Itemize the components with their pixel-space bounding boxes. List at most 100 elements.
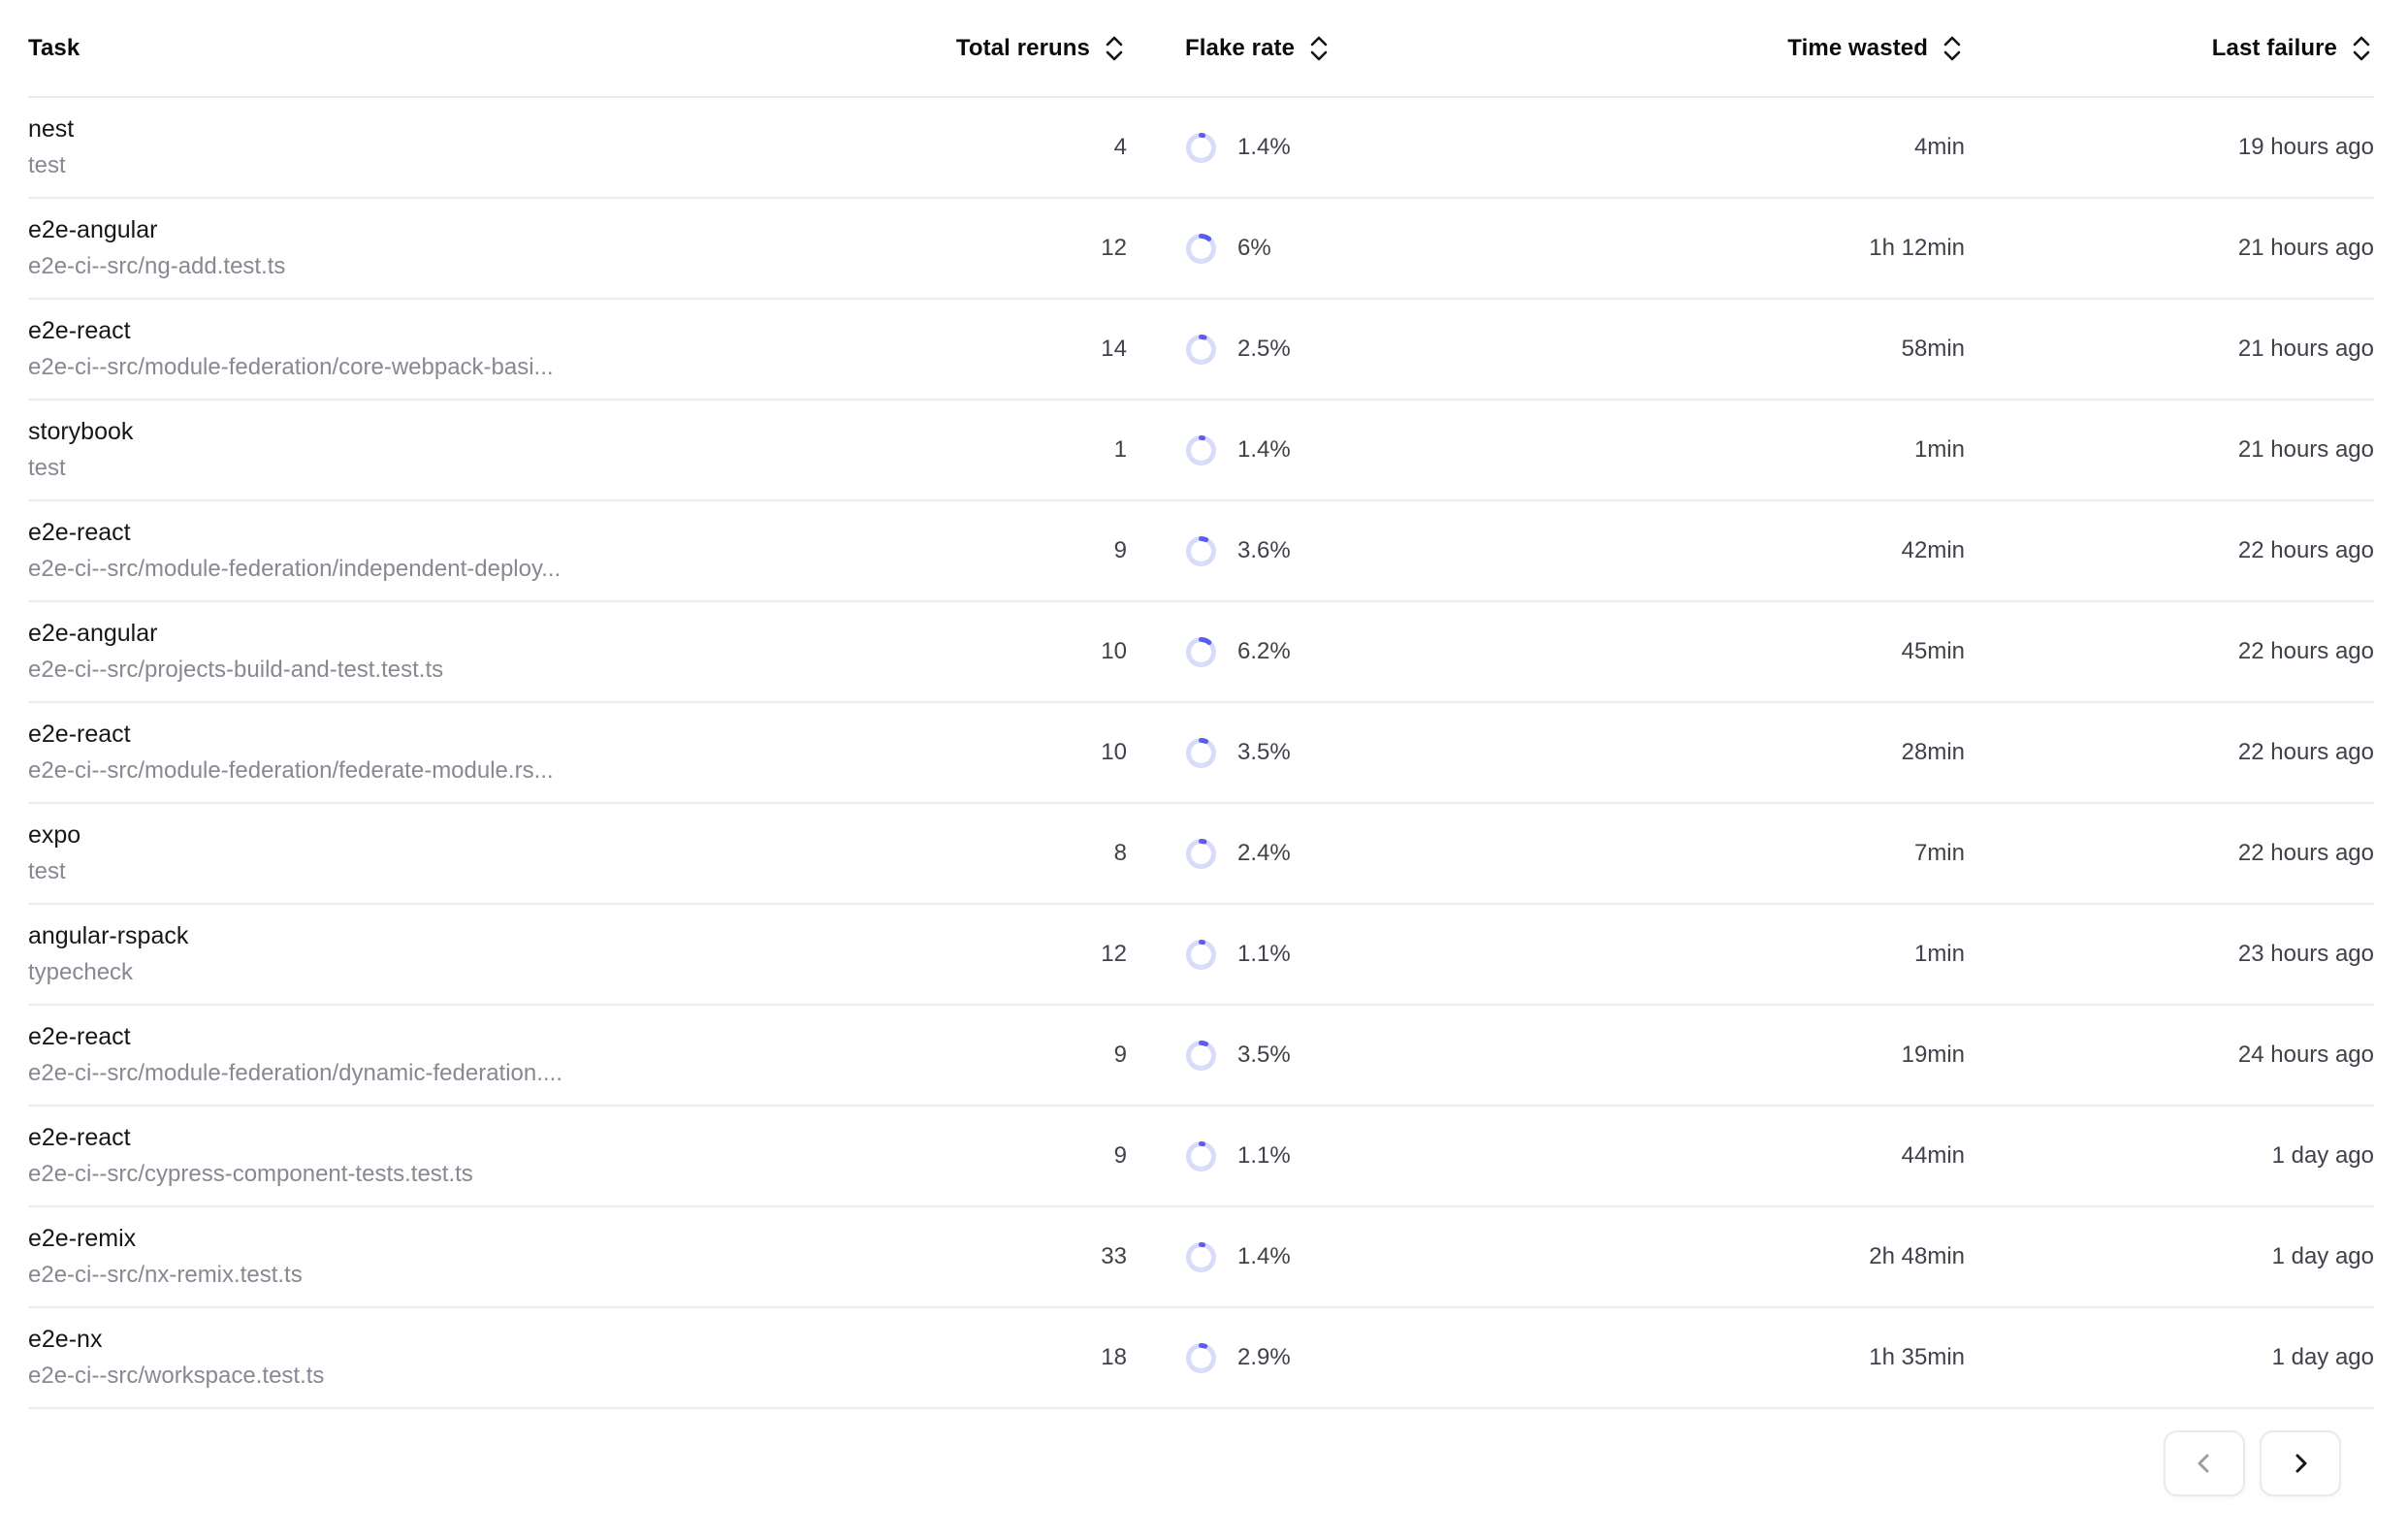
flake-rate-value: 3.6%: [1237, 537, 1291, 564]
task-target: e2e-ci--src/module-federation/dynamic-fe…: [28, 1061, 903, 1086]
flake-rate-donut-icon: [1185, 535, 1217, 567]
table-row[interactable]: e2e-remix e2e-ci--src/nx-remix.test.ts 3…: [28, 1207, 2374, 1308]
table-header: Task Total reruns Flake rate Time wasted: [28, 0, 2374, 98]
table-row[interactable]: e2e-angular e2e-ci--src/projects-build-a…: [28, 602, 2374, 703]
task-name: nest: [28, 116, 903, 144]
last-failure-value: 1 day ago: [1965, 1344, 2374, 1371]
task-target: typecheck: [28, 960, 903, 985]
time-wasted-value: 1min: [1534, 436, 1965, 464]
task-target: e2e-ci--src/module-federation/core-webpa…: [28, 355, 903, 380]
flake-rate-donut-icon: [1185, 939, 1217, 971]
total-reruns-value: 12: [903, 941, 1127, 968]
task-name: angular-rspack: [28, 923, 903, 950]
flake-rate-value: 6.2%: [1237, 638, 1291, 665]
column-header-total-reruns[interactable]: Total reruns: [903, 34, 1127, 63]
flake-rate-cell: 2.4%: [1127, 838, 1534, 870]
flake-rate-cell: 6.2%: [1127, 636, 1534, 668]
flake-rate-donut-icon: [1185, 1342, 1217, 1374]
last-failure-value: 19 hours ago: [1965, 134, 2374, 161]
previous-page-button[interactable]: [2164, 1430, 2245, 1496]
pagination: [28, 1409, 2374, 1496]
flake-rate-donut-icon: [1185, 636, 1217, 668]
column-header-task: Task: [28, 35, 903, 62]
last-failure-value: 21 hours ago: [1965, 436, 2374, 464]
table-row[interactable]: e2e-react e2e-ci--src/module-federation/…: [28, 300, 2374, 401]
total-reruns-value: 9: [903, 1142, 1127, 1170]
table-row[interactable]: e2e-nx e2e-ci--src/workspace.test.ts 18 …: [28, 1308, 2374, 1409]
flake-rate-donut-icon: [1185, 334, 1217, 366]
flake-rate-donut-icon: [1185, 1241, 1217, 1273]
total-reruns-value: 14: [903, 336, 1127, 363]
task-target: e2e-ci--src/workspace.test.ts: [28, 1364, 903, 1389]
flake-rate-donut-icon: [1185, 233, 1217, 265]
task-target: e2e-ci--src/ng-add.test.ts: [28, 254, 903, 279]
time-wasted-value: 19min: [1534, 1042, 1965, 1069]
table-row[interactable]: nest test 4 1.4% 4min 19 hours ago: [28, 98, 2374, 199]
column-header-last-failure[interactable]: Last failure: [1965, 34, 2374, 63]
column-header-task-label: Task: [28, 35, 80, 62]
flake-rate-cell: 1.1%: [1127, 939, 1534, 971]
task-cell: e2e-react e2e-ci--src/module-federation/…: [28, 722, 903, 784]
total-reruns-value: 10: [903, 739, 1127, 766]
chevron-left-icon: [2191, 1450, 2218, 1477]
task-target: test: [28, 456, 903, 481]
flake-rate-donut-icon: [1185, 132, 1217, 164]
task-target: test: [28, 859, 903, 884]
total-reruns-value: 1: [903, 436, 1127, 464]
flake-rate-value: 3.5%: [1237, 1042, 1291, 1069]
time-wasted-value: 4min: [1534, 134, 1965, 161]
flaky-tasks-table: Task Total reruns Flake rate Time wasted: [0, 0, 2407, 1496]
task-cell: e2e-angular e2e-ci--src/projects-build-a…: [28, 621, 903, 683]
table-row[interactable]: angular-rspack typecheck 12 1.1% 1min 23…: [28, 905, 2374, 1006]
last-failure-value: 1 day ago: [1965, 1142, 2374, 1170]
flake-rate-value: 1.4%: [1237, 1243, 1291, 1270]
column-header-time-wasted[interactable]: Time wasted: [1534, 34, 1965, 63]
table-row[interactable]: storybook test 1 1.4% 1min 21 hours ago: [28, 401, 2374, 501]
task-name: storybook: [28, 419, 903, 446]
task-name: e2e-angular: [28, 217, 903, 244]
table-row[interactable]: e2e-react e2e-ci--src/module-federation/…: [28, 501, 2374, 602]
task-cell: e2e-react e2e-ci--src/module-federation/…: [28, 1024, 903, 1086]
flake-rate-cell: 1.4%: [1127, 1241, 1534, 1273]
table-row[interactable]: e2e-react e2e-ci--src/cypress-component-…: [28, 1107, 2374, 1207]
table-row[interactable]: expo test 8 2.4% 7min 22 hours ago: [28, 804, 2374, 905]
flake-rate-cell: 1.1%: [1127, 1140, 1534, 1172]
flake-rate-value: 3.5%: [1237, 739, 1291, 766]
column-header-time-wasted-label: Time wasted: [1787, 35, 1928, 62]
task-name: expo: [28, 822, 903, 850]
flake-rate-value: 2.9%: [1237, 1344, 1291, 1371]
table-row[interactable]: e2e-react e2e-ci--src/module-federation/…: [28, 703, 2374, 804]
task-cell: storybook test: [28, 419, 903, 481]
task-name: e2e-react: [28, 520, 903, 547]
table-row[interactable]: e2e-angular e2e-ci--src/ng-add.test.ts 1…: [28, 199, 2374, 300]
flake-rate-value: 1.4%: [1237, 134, 1291, 161]
flake-rate-cell: 3.6%: [1127, 535, 1534, 567]
time-wasted-value: 58min: [1534, 336, 1965, 363]
total-reruns-value: 9: [903, 1042, 1127, 1069]
column-header-last-failure-label: Last failure: [2212, 35, 2337, 62]
task-cell: e2e-react e2e-ci--src/module-federation/…: [28, 520, 903, 582]
time-wasted-value: 1h 12min: [1534, 235, 1965, 262]
last-failure-value: 24 hours ago: [1965, 1042, 2374, 1069]
flake-rate-cell: 2.5%: [1127, 334, 1534, 366]
task-cell: e2e-nx e2e-ci--src/workspace.test.ts: [28, 1327, 903, 1389]
flake-rate-value: 1.1%: [1237, 1142, 1291, 1170]
sort-icon: [1102, 34, 1127, 63]
flake-rate-value: 2.5%: [1237, 336, 1291, 363]
time-wasted-value: 2h 48min: [1534, 1243, 1965, 1270]
column-header-flake-rate[interactable]: Flake rate: [1127, 34, 1534, 63]
task-target: e2e-ci--src/module-federation/independen…: [28, 557, 903, 582]
task-cell: angular-rspack typecheck: [28, 923, 903, 985]
chevron-right-icon: [2287, 1450, 2314, 1477]
last-failure-value: 23 hours ago: [1965, 941, 2374, 968]
task-cell: e2e-react e2e-ci--src/cypress-component-…: [28, 1125, 903, 1187]
total-reruns-value: 4: [903, 134, 1127, 161]
table-row[interactable]: e2e-react e2e-ci--src/module-federation/…: [28, 1006, 2374, 1107]
flake-rate-donut-icon: [1185, 737, 1217, 769]
last-failure-value: 22 hours ago: [1965, 638, 2374, 665]
column-header-total-reruns-label: Total reruns: [956, 35, 1090, 62]
table-body: nest test 4 1.4% 4min 19 hours ago e2e-a…: [28, 98, 2374, 1409]
next-page-button[interactable]: [2260, 1430, 2341, 1496]
time-wasted-value: 28min: [1534, 739, 1965, 766]
sort-icon: [2349, 34, 2374, 63]
